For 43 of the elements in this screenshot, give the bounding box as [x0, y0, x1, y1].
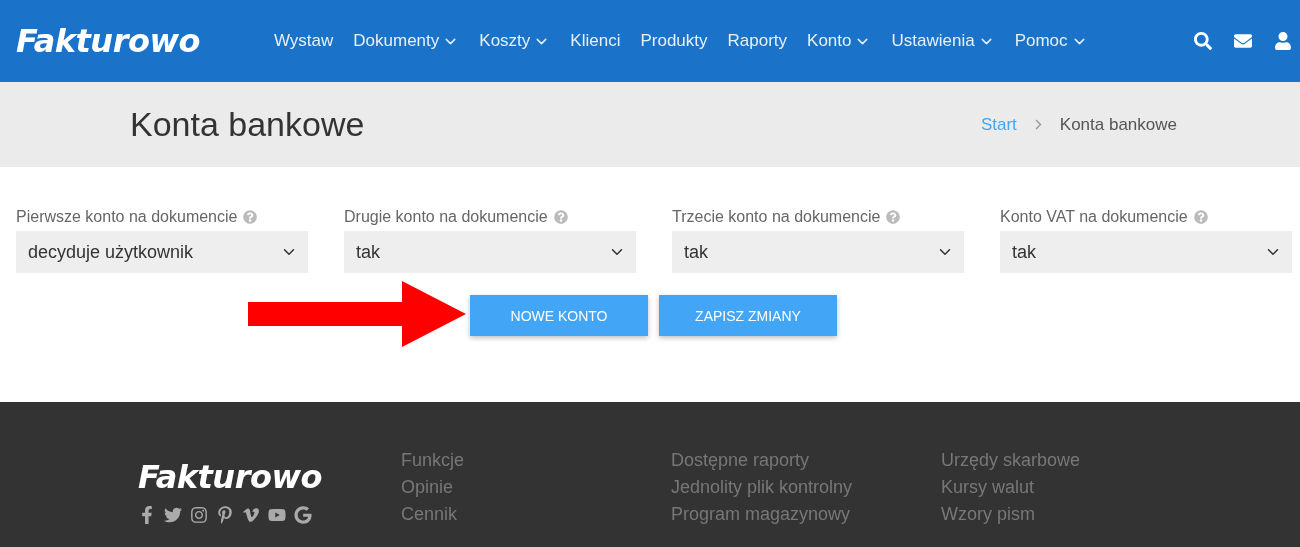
- select-field[interactable]: tak: [344, 231, 636, 273]
- search-icon[interactable]: [1194, 32, 1212, 50]
- field-label: Pierwsze konto na dokumencie: [16, 208, 238, 226]
- footer-link[interactable]: Kursy walut: [941, 477, 1211, 498]
- vimeo-icon[interactable]: [242, 506, 260, 524]
- field-label: Trzecie konto na dokumencie: [672, 208, 881, 226]
- nav-item[interactable]: Klienci: [570, 31, 621, 51]
- field-label: Konto VAT na dokumencie: [1000, 208, 1188, 226]
- footer-link[interactable]: Wzory pism: [941, 504, 1211, 525]
- instagram-icon[interactable]: [190, 506, 208, 524]
- select-field[interactable]: decyduje użytkownik: [16, 231, 308, 273]
- nav-item[interactable]: Koszty: [479, 31, 551, 51]
- breadcrumb-current: Konta bankowe: [1059, 114, 1177, 135]
- nav-item[interactable]: Produkty: [640, 31, 708, 51]
- nav-item[interactable]: Wystaw: [273, 31, 334, 51]
- envelope-icon[interactable]: [1234, 32, 1252, 50]
- footer-link[interactable]: Dostępne raporty: [671, 450, 941, 471]
- user-icon[interactable]: [1274, 32, 1292, 50]
- nav-item[interactable]: Konto: [807, 31, 872, 51]
- nav-item[interactable]: Pomoc: [1014, 31, 1088, 51]
- nav-item[interactable]: Ustawienia: [891, 31, 995, 51]
- arrow-icon: [248, 281, 466, 347]
- pinterest-icon[interactable]: [216, 506, 234, 524]
- footer-link[interactable]: Opinie: [401, 477, 671, 498]
- nav-item[interactable]: Dokumenty: [353, 31, 460, 51]
- logo[interactable]: Fakturowo: [16, 22, 200, 60]
- footer-logo[interactable]: Fakturowo: [138, 458, 401, 496]
- select-field[interactable]: tak: [672, 231, 964, 273]
- new-account-button[interactable]: NOWE KONTO: [470, 295, 648, 336]
- youtube-icon[interactable]: [268, 506, 286, 524]
- twitter-icon[interactable]: [164, 506, 182, 524]
- breadcrumb-link[interactable]: Start: [980, 114, 1017, 135]
- footer-link[interactable]: Program magazynowy: [671, 504, 941, 525]
- save-button[interactable]: ZAPISZ ZMIANY: [659, 295, 837, 336]
- nav-item[interactable]: Raporty: [727, 31, 788, 51]
- field-label: Drugie konto na dokumencie: [344, 208, 548, 226]
- footer-link[interactable]: Jednolity plik kontrolny: [671, 477, 941, 498]
- footer-link[interactable]: Cennik: [401, 504, 671, 525]
- footer-link[interactable]: Urzędy skarbowe: [941, 450, 1211, 471]
- select-field[interactable]: tak: [1000, 231, 1292, 273]
- page-title: Konta bankowe: [130, 105, 365, 144]
- google-icon[interactable]: [294, 506, 312, 524]
- footer-link[interactable]: Funkcje: [401, 450, 671, 471]
